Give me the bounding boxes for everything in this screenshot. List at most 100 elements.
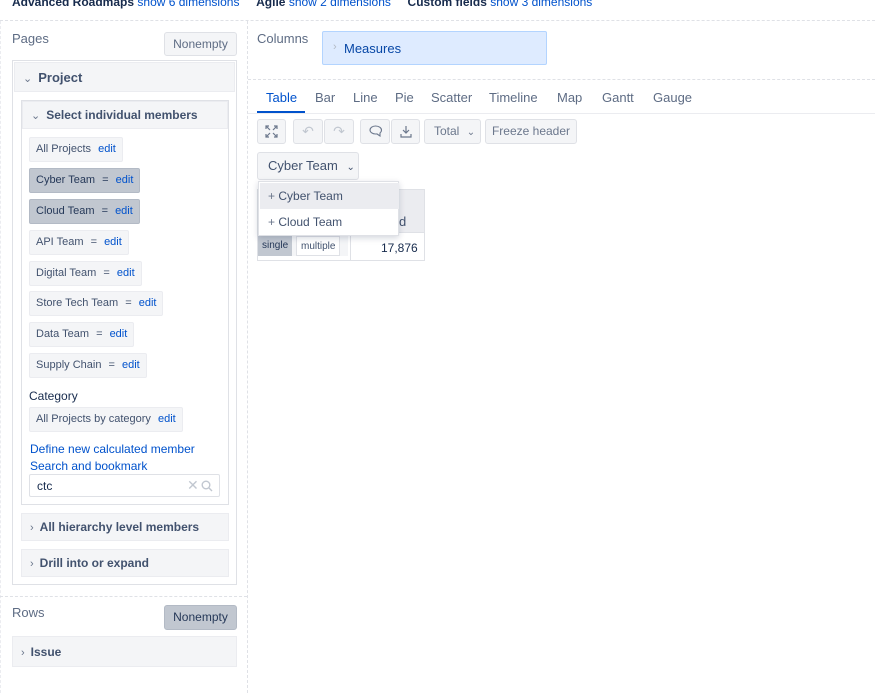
chevron-down-icon: ⌄ xyxy=(31,110,41,122)
member-label: Cloud Team xyxy=(36,205,95,217)
multiple-mode-button[interactable]: multiple xyxy=(296,236,341,256)
member-cloud-team[interactable]: Cloud Team = edit xyxy=(29,199,140,224)
tab-table[interactable]: Table xyxy=(266,90,297,105)
mode-toggle: single multiple xyxy=(258,236,348,256)
member-supply-chain[interactable]: Supply Chain = edit xyxy=(29,353,147,378)
measures-label: Measures xyxy=(344,41,402,56)
member-store-tech-team[interactable]: Store Tech Team = edit xyxy=(29,291,164,316)
edit-link[interactable]: edit xyxy=(158,413,176,425)
edit-link[interactable]: edit xyxy=(115,205,133,217)
columns-title: Columns xyxy=(257,31,309,46)
advanced-roadmaps-label: Advanced Roadmaps xyxy=(12,0,135,9)
tab-timeline[interactable]: Timeline xyxy=(489,90,538,105)
search-field[interactable]: ctc ✕ xyxy=(29,474,220,497)
member-label: Supply Chain xyxy=(36,359,102,371)
total-label: Total xyxy=(434,124,460,138)
member-digital-team[interactable]: Digital Team = edit xyxy=(29,261,142,286)
tab-bar[interactable]: Bar xyxy=(315,90,335,105)
redo-icon: ↷ xyxy=(333,123,345,139)
freeze-header-button[interactable]: Freeze header xyxy=(485,119,577,144)
divider xyxy=(248,79,875,80)
chevron-down-icon: ⌄ xyxy=(466,127,476,138)
tab-line[interactable]: Line xyxy=(353,90,378,105)
search-icon[interactable] xyxy=(201,480,213,492)
redo-button[interactable]: ↷ xyxy=(324,119,354,144)
tab-gauge[interactable]: Gauge xyxy=(653,90,692,105)
member-label: Store Tech Team xyxy=(36,297,119,309)
member-label: API Team xyxy=(36,236,84,248)
tab-pie[interactable]: Pie xyxy=(395,90,414,105)
member-label: Data Team xyxy=(36,328,89,340)
comment-icon xyxy=(368,125,382,138)
advanced-roadmaps-link[interactable]: show 6 dimensions xyxy=(137,0,239,9)
divider xyxy=(247,21,248,693)
option-cyber-team[interactable]: + Cyber Team xyxy=(260,183,399,209)
member-all-projects-by-category[interactable]: All Projects by category edit xyxy=(29,407,183,432)
member-api-team[interactable]: API Team = edit xyxy=(29,230,129,255)
member-operator: = xyxy=(102,174,109,186)
issue-accordion[interactable]: › Issue xyxy=(12,636,237,667)
search-and-bookmark-link[interactable]: Search and bookmark xyxy=(30,459,147,473)
member-operator: = xyxy=(101,205,108,217)
divider xyxy=(0,21,1,693)
member-operator: = xyxy=(108,359,115,371)
member-label: All Projects xyxy=(36,143,92,155)
chevron-down-icon: ⌄ xyxy=(23,73,33,85)
edit-link[interactable]: edit xyxy=(117,267,135,279)
project-accordion-label: Project xyxy=(38,70,83,85)
comment-button[interactable] xyxy=(360,119,390,144)
member-all-projects[interactable]: All Projects edit xyxy=(29,137,123,162)
tab-scatter[interactable]: Scatter xyxy=(431,90,472,105)
edit-link[interactable]: edit xyxy=(104,236,122,248)
member-label: All Projects by category xyxy=(36,413,151,425)
drill-accordion[interactable]: › Drill into or expand xyxy=(21,549,229,577)
rows-title: Rows xyxy=(12,605,45,620)
edit-link[interactable]: edit xyxy=(139,297,157,309)
edit-link[interactable]: edit xyxy=(122,359,140,371)
single-mode-button[interactable]: single xyxy=(258,236,293,256)
page-filter-dropdown[interactable]: Cyber Team ⌄ xyxy=(257,152,359,180)
measures-chip[interactable]: › Measures xyxy=(322,31,547,65)
undo-icon: ↶ xyxy=(302,123,314,139)
chevron-right-icon: › xyxy=(21,647,25,659)
member-operator: = xyxy=(103,267,110,279)
tab-map[interactable]: Map xyxy=(557,90,582,105)
agile-link[interactable]: show 2 dimensions xyxy=(289,0,391,9)
custom-fields-link[interactable]: show 3 dimensions xyxy=(490,0,592,9)
column-header: d xyxy=(399,214,407,229)
expand-icon xyxy=(265,125,278,138)
edit-link[interactable]: edit xyxy=(110,328,128,340)
divider xyxy=(0,20,875,21)
tab-gantt[interactable]: Gantt xyxy=(602,90,634,105)
select-members-label: Select individual members xyxy=(46,108,198,122)
select-members-accordion[interactable]: ⌄ Select individual members xyxy=(22,101,228,129)
divider xyxy=(350,233,351,260)
edit-link[interactable]: edit xyxy=(98,143,116,155)
pages-title: Pages xyxy=(12,31,49,46)
project-accordion[interactable]: ⌄ Project xyxy=(14,62,235,92)
undo-button[interactable]: ↶ xyxy=(293,119,323,144)
member-data-team[interactable]: Data Team = edit xyxy=(29,322,135,347)
issue-label: Issue xyxy=(30,645,62,659)
edit-link[interactable]: edit xyxy=(116,174,134,186)
page-filter-selected: Cyber Team xyxy=(268,158,338,173)
clear-icon[interactable]: ✕ xyxy=(187,477,199,494)
total-dropdown[interactable]: Total ⌄ xyxy=(424,119,481,144)
member-operator: = xyxy=(90,236,97,248)
rows-nonempty-button[interactable]: Nonempty xyxy=(164,605,237,630)
chevron-right-icon: › xyxy=(30,522,34,534)
all-hierarchy-accordion[interactable]: › All hierarchy level members xyxy=(21,513,229,541)
divider xyxy=(248,113,875,114)
member-cyber-team[interactable]: Cyber Team = edit xyxy=(29,168,141,193)
pages-nonempty-button[interactable]: Nonempty xyxy=(164,32,237,56)
search-input[interactable]: ctc xyxy=(37,479,52,493)
option-cloud-team[interactable]: + Cloud Team xyxy=(260,209,399,235)
table-cell-value: 17,876 xyxy=(381,241,418,255)
download-icon xyxy=(399,126,412,138)
member-operator: = xyxy=(125,297,132,309)
export-button[interactable] xyxy=(391,119,420,144)
fullscreen-button[interactable] xyxy=(257,119,286,144)
plus-icon: + xyxy=(268,215,276,229)
define-calculated-member-link[interactable]: Define new calculated member xyxy=(30,442,195,456)
agile-label: Agile xyxy=(256,0,286,9)
